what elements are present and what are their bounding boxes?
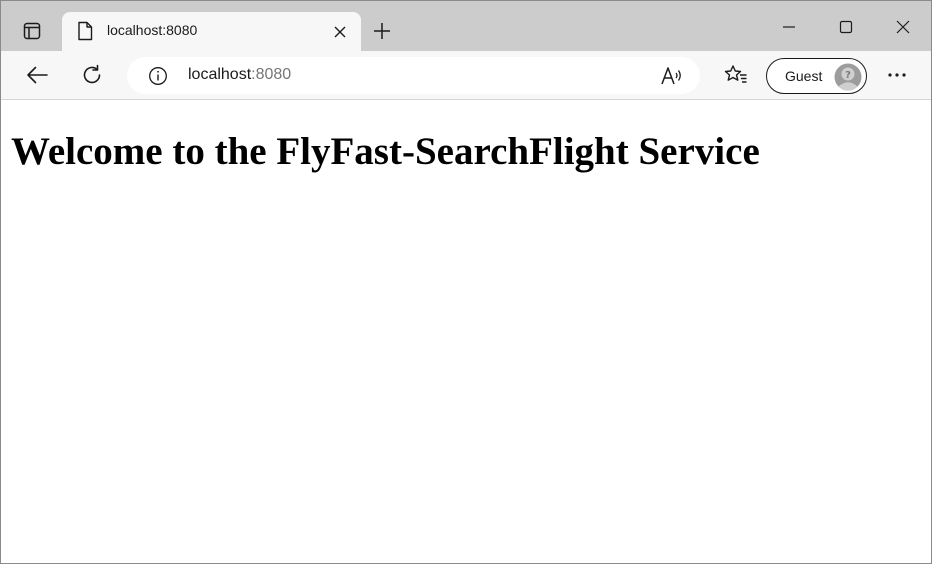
maximize-icon: [839, 20, 853, 34]
minimize-button[interactable]: [769, 10, 809, 44]
tab-active[interactable]: localhost:8080: [62, 12, 361, 51]
page-heading: Welcome to the FlyFast-SearchFlight Serv…: [11, 130, 760, 173]
close-icon: [896, 20, 910, 34]
tab-title: localhost:8080: [107, 22, 198, 38]
url-host: localhost: [188, 66, 252, 83]
maximize-button[interactable]: [826, 10, 866, 44]
tab-actions-button[interactable]: [15, 15, 49, 47]
browser-window: localhost:8080 localhost:8080 Guest ? We…: [0, 0, 932, 564]
address-bar[interactable]: localhost:8080: [127, 57, 700, 94]
back-arrow-icon: [27, 66, 48, 84]
favorites-button[interactable]: [719, 58, 753, 92]
new-tab-button[interactable]: [369, 18, 395, 44]
close-tab-button[interactable]: [330, 22, 350, 42]
more-options-button[interactable]: [880, 58, 914, 92]
url-port: :8080: [251, 66, 292, 83]
close-icon: [334, 26, 346, 38]
tab-actions-icon: [23, 22, 41, 40]
page-viewport: Welcome to the FlyFast-SearchFlight Serv…: [1, 101, 931, 563]
minimize-icon: [783, 26, 795, 28]
page-icon: [78, 21, 93, 41]
more-icon: [888, 73, 906, 77]
profile-button[interactable]: Guest ?: [766, 58, 867, 94]
back-button[interactable]: [20, 58, 54, 92]
guest-avatar-icon: ?: [834, 63, 862, 91]
reload-button[interactable]: [75, 58, 109, 92]
tab-strip: localhost:8080: [1, 1, 931, 51]
info-icon[interactable]: [148, 66, 168, 86]
close-window-button[interactable]: [883, 10, 923, 44]
address-url[interactable]: localhost:8080: [188, 66, 291, 84]
browser-toolbar: localhost:8080 Guest ?: [1, 51, 931, 100]
svg-text:?: ?: [845, 70, 851, 81]
reload-icon: [83, 64, 101, 84]
plus-icon: [374, 23, 390, 39]
read-aloud-icon[interactable]: [660, 65, 684, 87]
profile-label: Guest: [785, 68, 823, 84]
favorites-icon: [724, 65, 747, 83]
